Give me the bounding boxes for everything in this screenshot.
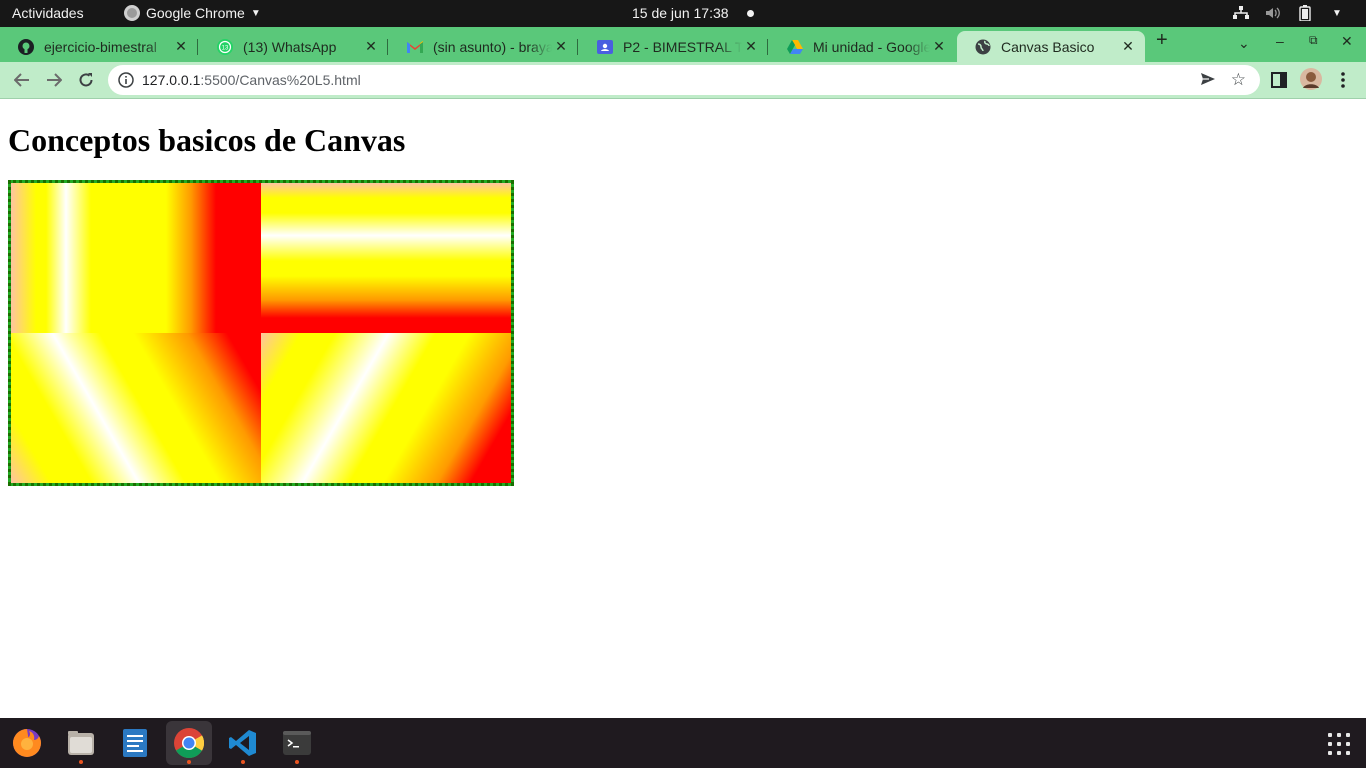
globe-icon bbox=[975, 39, 991, 55]
running-indicator bbox=[79, 760, 83, 764]
tab-separator bbox=[577, 39, 578, 55]
tab-title: Canvas Basico bbox=[1001, 38, 1095, 55]
app-menu-label: Google Chrome bbox=[146, 5, 245, 21]
running-indicator bbox=[241, 760, 245, 764]
running-indicator bbox=[295, 760, 299, 764]
dock-chrome[interactable] bbox=[166, 721, 212, 765]
reload-icon[interactable] bbox=[75, 69, 97, 91]
app-menu[interactable]: Google Chrome ▼ bbox=[124, 5, 261, 21]
close-icon[interactable]: ✕ bbox=[552, 38, 570, 55]
forward-arrow-icon[interactable] bbox=[43, 69, 65, 91]
battery-icon bbox=[1296, 4, 1314, 22]
dock-vscode[interactable] bbox=[220, 721, 266, 765]
svg-text:13: 13 bbox=[222, 45, 229, 51]
classroom-icon bbox=[597, 39, 613, 55]
close-icon[interactable]: ✕ bbox=[362, 38, 380, 55]
gradient-top-right bbox=[261, 183, 511, 333]
clock[interactable]: 15 de jun 17:38 bbox=[632, 5, 729, 21]
site-info-icon[interactable] bbox=[118, 72, 134, 93]
system-tray[interactable]: ▼ bbox=[1232, 4, 1346, 22]
volume-icon bbox=[1264, 4, 1282, 22]
url-path: :5500/Canvas%20L5.html bbox=[200, 72, 361, 88]
dock-text-editor[interactable] bbox=[112, 721, 158, 765]
tab-separator bbox=[767, 39, 768, 55]
show-apps-icon[interactable] bbox=[1328, 733, 1350, 755]
firefox-icon bbox=[13, 729, 41, 757]
tab-canvas-basico[interactable]: Canvas Basico ✕ bbox=[957, 31, 1145, 62]
whatsapp-icon: 13 bbox=[217, 38, 233, 55]
chrome-icon bbox=[174, 728, 205, 758]
github-icon bbox=[18, 38, 34, 55]
running-indicator bbox=[187, 760, 191, 764]
close-icon[interactable]: ✕ bbox=[172, 38, 190, 55]
url-host: 127.0.0.1 bbox=[142, 72, 201, 88]
page-title: Conceptos basicos de Canvas bbox=[8, 122, 406, 158]
chrome-icon bbox=[124, 5, 140, 21]
tab-separator bbox=[387, 39, 388, 55]
close-icon[interactable]: ✕ bbox=[1119, 38, 1137, 55]
tab-title: P2 - BIMESTRAL TE bbox=[623, 38, 742, 55]
new-tab-button[interactable]: + bbox=[1156, 29, 1168, 52]
vscode-icon bbox=[229, 730, 256, 756]
tab-classroom[interactable]: P2 - BIMESTRAL TE ✕ bbox=[579, 31, 768, 62]
tab-title: Mi unidad - Google Drive bbox=[813, 38, 930, 55]
more-menu-icon[interactable] bbox=[1340, 71, 1346, 94]
address-bar[interactable]: 127.0.0.1:5500/Canvas%20L5.html ☆ bbox=[108, 65, 1260, 95]
tab-separator bbox=[197, 39, 198, 55]
gradient-bottom-right bbox=[261, 333, 511, 483]
web-page: Conceptos basicos de Canvas bbox=[0, 100, 1366, 718]
close-icon[interactable]: ✕ bbox=[742, 38, 760, 55]
tab-strip: ejercicio-bimestral ✕ 13 (13) WhatsApp ✕… bbox=[0, 27, 1366, 62]
activities-button[interactable]: Actividades bbox=[12, 5, 84, 21]
terminal-icon bbox=[283, 731, 311, 755]
send-tab-icon[interactable] bbox=[1200, 71, 1216, 92]
side-panel-icon[interactable] bbox=[1271, 72, 1287, 93]
tab-search-chevron-icon[interactable]: ⌄ bbox=[1238, 35, 1250, 52]
canvas-surface bbox=[11, 183, 511, 483]
text-editor-icon bbox=[123, 729, 147, 757]
browser-toolbar: 127.0.0.1:5500/Canvas%20L5.html ☆ bbox=[0, 62, 1366, 99]
avatar[interactable] bbox=[1300, 68, 1322, 95]
tab-title: (13) WhatsApp bbox=[243, 38, 337, 55]
tab-drive[interactable]: Mi unidad - Google Drive ✕ bbox=[769, 31, 956, 62]
files-icon bbox=[68, 731, 94, 755]
bookmark-star-icon[interactable]: ☆ bbox=[1231, 70, 1246, 90]
window-close-icon[interactable]: ✕ bbox=[1341, 33, 1353, 50]
url-text: 127.0.0.1:5500/Canvas%20L5.html bbox=[142, 72, 361, 88]
drive-icon bbox=[787, 39, 803, 55]
dock-files[interactable] bbox=[58, 721, 104, 765]
gmail-icon bbox=[407, 39, 423, 55]
caret-down-icon: ▼ bbox=[250, 7, 261, 19]
tab-gmail[interactable]: (sin asunto) - brayan ✕ bbox=[389, 31, 578, 62]
dock-terminal[interactable] bbox=[274, 721, 320, 765]
minimize-icon[interactable]: – bbox=[1276, 33, 1284, 49]
dock-firefox[interactable] bbox=[4, 721, 50, 765]
chevron-down-icon: ▼ bbox=[1332, 7, 1342, 19]
gradient-top-left bbox=[11, 183, 261, 333]
network-icon bbox=[1232, 4, 1250, 22]
notification-dot-icon bbox=[747, 10, 754, 17]
canvas-element[interactable] bbox=[8, 180, 514, 486]
system-top-bar: Actividades Google Chrome ▼ 15 de jun 17… bbox=[0, 0, 1366, 27]
close-icon[interactable]: ✕ bbox=[930, 38, 948, 55]
gradient-bottom-left bbox=[11, 333, 261, 483]
tab-title: ejercicio-bimestral bbox=[44, 38, 157, 55]
back-arrow-icon[interactable] bbox=[11, 69, 33, 91]
tab-title: (sin asunto) - brayan bbox=[433, 38, 552, 55]
tab-github[interactable]: ejercicio-bimestral ✕ bbox=[0, 31, 198, 62]
taskbar-dock bbox=[0, 718, 1366, 768]
restore-icon[interactable]: ⧉ bbox=[1309, 33, 1318, 48]
tab-whatsapp[interactable]: 13 (13) WhatsApp ✕ bbox=[199, 31, 388, 62]
